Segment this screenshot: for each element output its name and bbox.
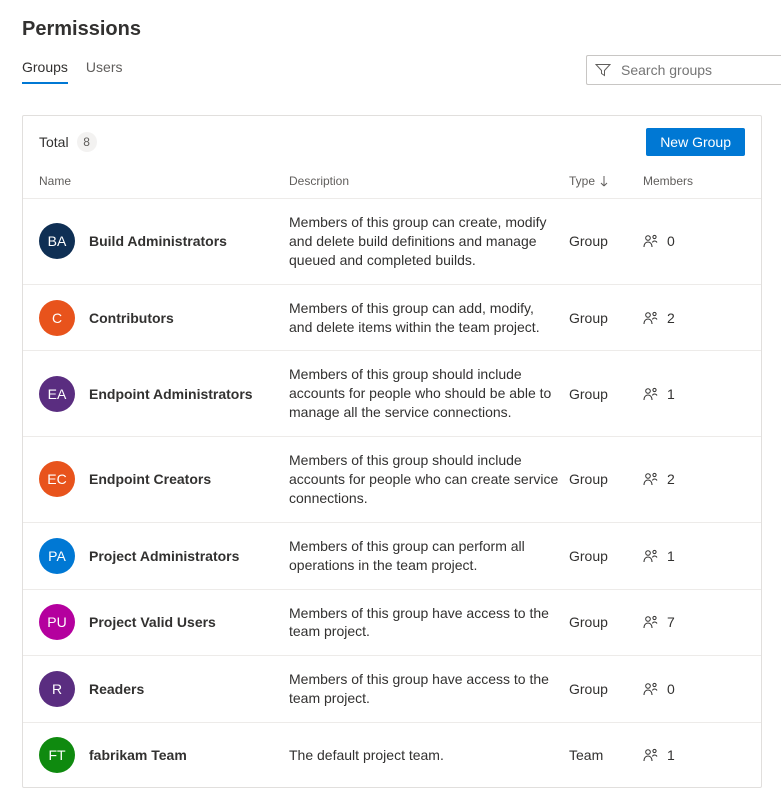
group-type: Group — [569, 614, 643, 630]
sort-down-icon — [599, 175, 609, 187]
group-type: Group — [569, 233, 643, 249]
group-members: 1 — [643, 548, 763, 564]
column-headers: Name Description Type Members — [23, 166, 761, 199]
table-row[interactable]: PU Project Valid Users Members of this g… — [23, 590, 761, 657]
new-group-button[interactable]: New Group — [646, 128, 745, 156]
group-type: Group — [569, 310, 643, 326]
group-name: Contributors — [89, 310, 174, 326]
members-icon — [643, 387, 659, 401]
group-members: 7 — [643, 614, 763, 630]
total-count-badge: 8 — [77, 132, 97, 152]
group-description: Members of this group should include acc… — [289, 451, 569, 508]
tabs: Groups Users — [22, 55, 122, 84]
members-icon — [643, 615, 659, 629]
group-members: 1 — [643, 386, 763, 402]
group-name: fabrikam Team — [89, 747, 187, 763]
group-name: Project Valid Users — [89, 614, 216, 630]
group-description: Members of this group can perform all op… — [289, 537, 569, 575]
avatar: FT — [39, 737, 75, 773]
members-icon — [643, 748, 659, 762]
group-type: Team — [569, 747, 643, 763]
page-title: Permissions — [22, 18, 781, 41]
members-count: 0 — [667, 233, 675, 249]
members-count: 2 — [667, 310, 675, 326]
avatar: PU — [39, 604, 75, 640]
groups-panel: Total 8 New Group Name Description Type … — [22, 115, 762, 788]
group-description: Members of this group can create, modify… — [289, 213, 569, 270]
table-row[interactable]: BA Build Administrators Members of this … — [23, 199, 761, 285]
members-icon — [643, 311, 659, 325]
table-row[interactable]: EA Endpoint Administrators Members of th… — [23, 351, 761, 437]
group-members: 2 — [643, 310, 763, 326]
group-members: 0 — [643, 681, 763, 697]
members-icon — [643, 472, 659, 486]
group-name: Endpoint Administrators — [89, 386, 253, 402]
group-description: The default project team. — [289, 746, 569, 765]
column-header-description[interactable]: Description — [289, 174, 569, 188]
column-header-members[interactable]: Members — [643, 174, 763, 188]
group-description: Members of this group have access to the… — [289, 670, 569, 708]
members-count: 1 — [667, 386, 675, 402]
filter-icon — [595, 62, 611, 78]
avatar: EA — [39, 376, 75, 412]
group-description: Members of this group can add, modify, a… — [289, 299, 569, 337]
column-header-name[interactable]: Name — [39, 174, 289, 188]
members-icon — [643, 549, 659, 563]
table-row[interactable]: C Contributors Members of this group can… — [23, 285, 761, 352]
avatar: PA — [39, 538, 75, 574]
group-type: Group — [569, 386, 643, 402]
tab-groups[interactable]: Groups — [22, 55, 68, 83]
group-type: Group — [569, 548, 643, 564]
avatar: C — [39, 300, 75, 336]
group-type: Group — [569, 681, 643, 697]
group-name: Project Administrators — [89, 548, 239, 564]
group-description: Members of this group have access to the… — [289, 604, 569, 642]
members-count: 0 — [667, 681, 675, 697]
tab-users[interactable]: Users — [86, 55, 123, 83]
members-icon — [643, 682, 659, 696]
group-members: 2 — [643, 471, 763, 487]
group-description: Members of this group should include acc… — [289, 365, 569, 422]
avatar: R — [39, 671, 75, 707]
avatar: EC — [39, 461, 75, 497]
group-name: Readers — [89, 681, 144, 697]
members-count: 1 — [667, 548, 675, 564]
group-name: Build Administrators — [89, 233, 227, 249]
avatar: BA — [39, 223, 75, 259]
members-icon — [643, 234, 659, 248]
members-count: 7 — [667, 614, 675, 630]
table-row[interactable]: R Readers Members of this group have acc… — [23, 656, 761, 723]
members-count: 2 — [667, 471, 675, 487]
group-type: Group — [569, 471, 643, 487]
table-row[interactable]: EC Endpoint Creators Members of this gro… — [23, 437, 761, 523]
group-members: 1 — [643, 747, 763, 763]
column-header-type-label: Type — [569, 174, 595, 188]
group-name: Endpoint Creators — [89, 471, 211, 487]
search-box[interactable] — [586, 55, 781, 85]
table-row[interactable]: PA Project Administrators Members of thi… — [23, 523, 761, 590]
total-label: Total — [39, 134, 69, 150]
group-members: 0 — [643, 233, 763, 249]
members-count: 1 — [667, 747, 675, 763]
table-row[interactable]: FT fabrikam Team The default project tea… — [23, 723, 761, 787]
column-header-type[interactable]: Type — [569, 174, 643, 188]
search-input[interactable] — [619, 61, 774, 79]
